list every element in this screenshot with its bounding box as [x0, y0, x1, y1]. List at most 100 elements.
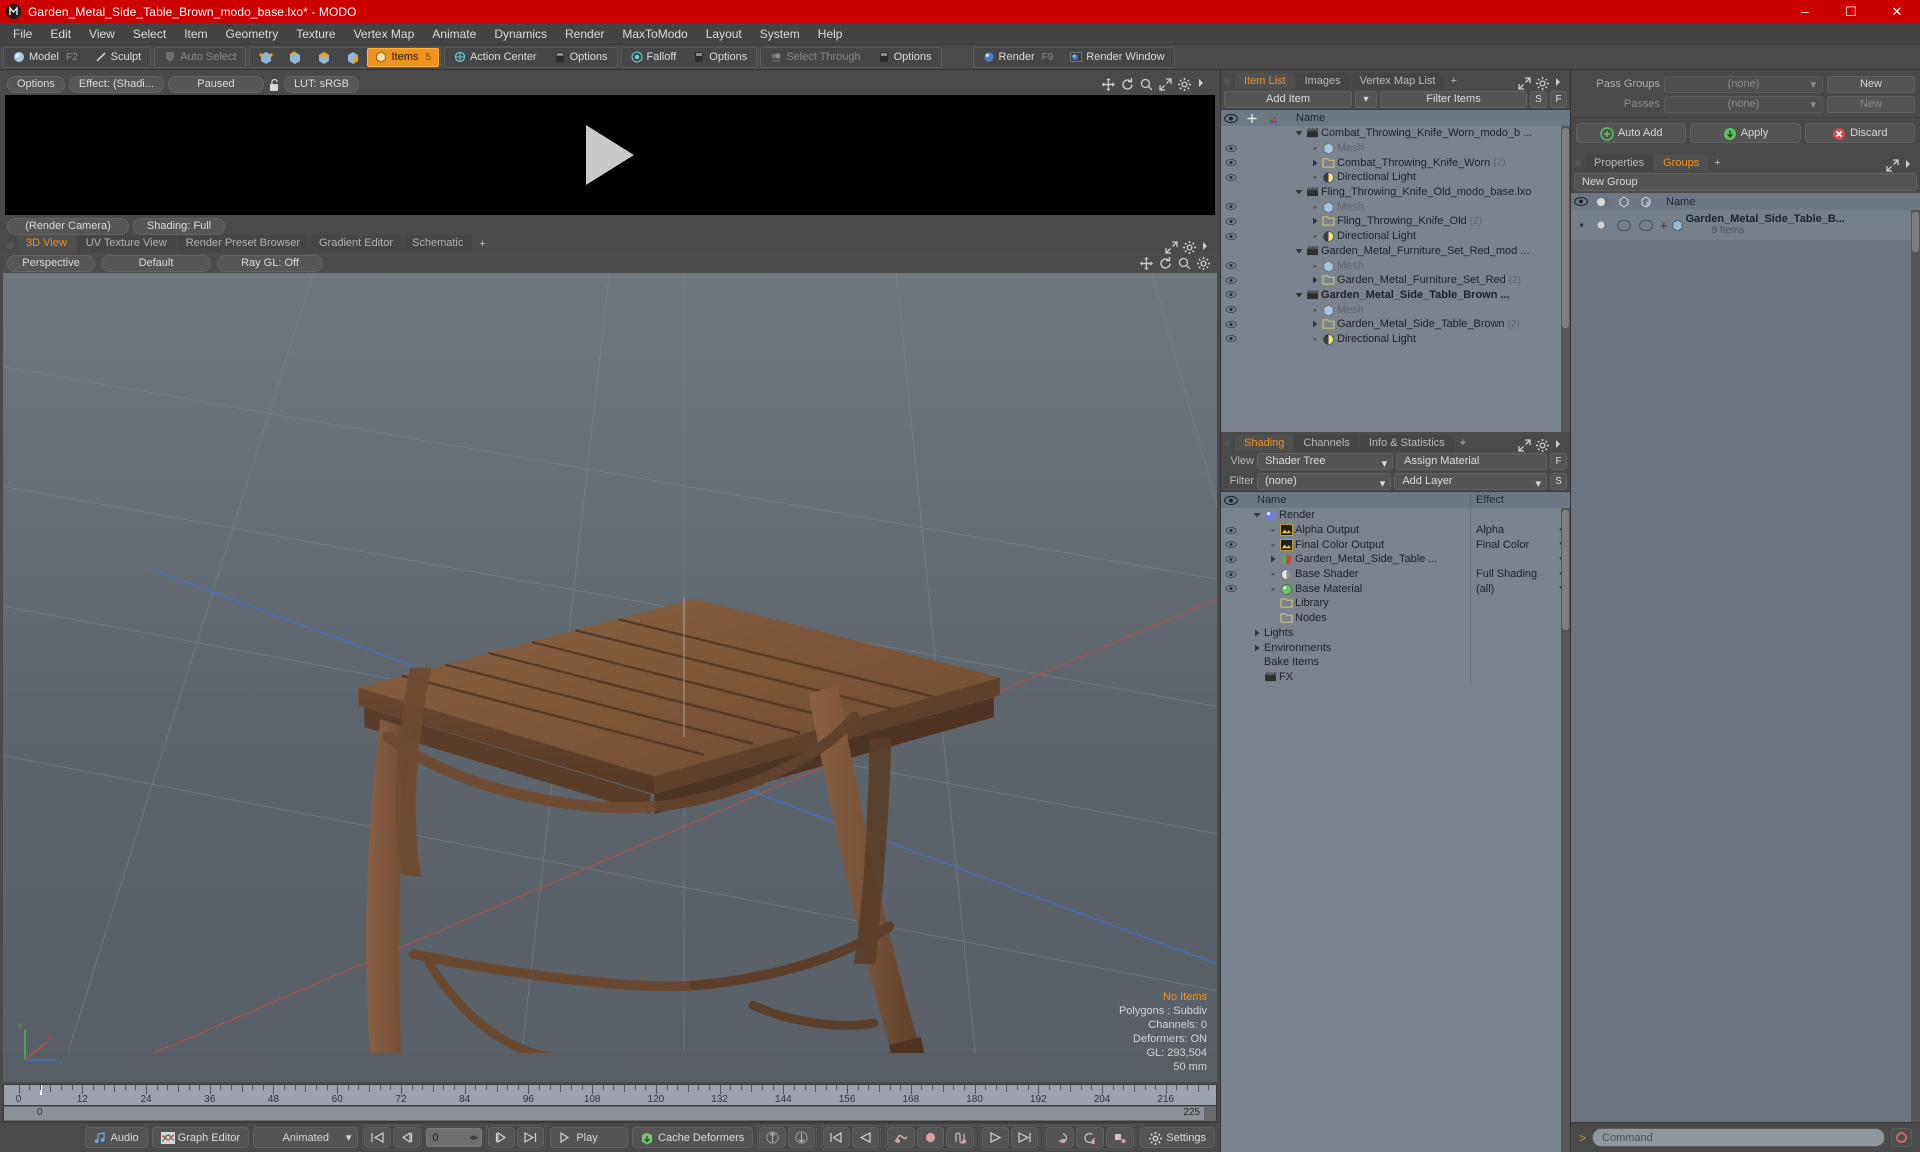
render-button[interactable]: Render F9 [975, 48, 1062, 67]
menu-item-vertex-map[interactable]: Vertex Map [345, 23, 424, 45]
group-row-solid-checkbox[interactable] [1635, 219, 1657, 231]
next-key-button[interactable] [982, 1127, 1010, 1148]
items-mode-button[interactable]: Items 5 [367, 47, 439, 67]
passes-select[interactable]: (none) ▾ [1664, 95, 1823, 113]
tab-schematic[interactable]: Schematic [403, 235, 473, 253]
close-button[interactable]: ✕ [1874, 0, 1920, 23]
tab--[interactable]: + [1445, 73, 1461, 89]
shading-name-cell[interactable]: Nodes [1241, 612, 1470, 624]
viewport-zoom-icon[interactable] [1178, 257, 1191, 270]
sculpt-mode-button[interactable]: Sculpt [87, 48, 150, 67]
item-name-cell[interactable]: Mesh [1285, 260, 1570, 272]
maximize-pane-icon[interactable] [1159, 78, 1172, 91]
animated-mode-select[interactable]: Animated ▾ [253, 1127, 359, 1148]
shading-tree-row[interactable]: Alpha Output Alpha▾ [1221, 522, 1570, 538]
twisty-right[interactable] [1310, 320, 1319, 328]
menu-item-texture[interactable]: Texture [287, 23, 344, 45]
maximize-viewport-icon[interactable] [1165, 241, 1178, 254]
falloff-options-button[interactable]: Options [685, 48, 755, 67]
groups-scrollbar[interactable] [1911, 210, 1920, 1122]
item-list-maximize-icon[interactable] [1518, 77, 1531, 90]
shading-name-cell[interactable]: Environments [1241, 642, 1470, 654]
visibility-toggle[interactable] [1221, 540, 1241, 549]
tab-info-statistics[interactable]: Info & Statistics [1359, 435, 1454, 451]
groups-maximize-icon[interactable] [1886, 159, 1899, 172]
shading-name-cell[interactable]: Library [1241, 597, 1470, 609]
viewport-pan-icon[interactable] [1140, 257, 1153, 270]
visibility-toggle[interactable] [1221, 555, 1241, 564]
shading-tree-row[interactable]: Bake Items [1221, 654, 1570, 670]
maximize-button[interactable]: ☐ [1828, 0, 1874, 23]
command-input[interactable]: Command [1592, 1128, 1885, 1147]
shading-filter-select[interactable]: (none) ▾ [1257, 472, 1392, 490]
effect-cell[interactable]: Full Shading▾ [1470, 566, 1570, 582]
tab-images[interactable]: Images [1295, 73, 1350, 89]
menu-item-help[interactable]: Help [809, 23, 852, 45]
twisty-dot[interactable] [1268, 585, 1277, 593]
raygl-toggle-button[interactable]: Ray GL: Off [217, 254, 323, 272]
visibility-toggle[interactable] [1221, 261, 1241, 270]
preview-effect-button[interactable]: Effect: (Shadi... [68, 75, 164, 93]
item-list-row[interactable]: Mesh [1221, 302, 1570, 317]
effect-cell[interactable]: Final Color▾ [1470, 537, 1570, 553]
audio-button[interactable]: Audio [84, 1127, 148, 1148]
visibility-toggle[interactable] [1221, 144, 1241, 153]
shading-tree-row[interactable]: Environments [1221, 640, 1570, 655]
assign-material-button[interactable]: Assign Material [1396, 452, 1547, 470]
twisty-right[interactable] [1310, 276, 1319, 284]
key-region-button[interactable] [1046, 1127, 1075, 1148]
twisty-right[interactable] [1268, 555, 1277, 563]
tab-shading[interactable]: Shading [1235, 435, 1294, 451]
menu-item-render[interactable]: Render [556, 23, 613, 45]
twisty-right[interactable] [1252, 629, 1261, 637]
settings-button[interactable]: Settings [1140, 1127, 1215, 1148]
go-to-end-button[interactable] [517, 1127, 545, 1148]
set-key-button[interactable] [917, 1127, 945, 1148]
shading-name-cell[interactable]: Garden_Metal_Side_Table ... [1241, 553, 1470, 565]
model-mode-button[interactable]: Model F2 [5, 48, 86, 67]
visibility-toggle[interactable] [1221, 334, 1241, 343]
menu-item-view[interactable]: View [80, 23, 124, 45]
groups-menu-icon[interactable] [1904, 159, 1916, 171]
shading-s-button[interactable]: S [1550, 472, 1568, 490]
twisty-right[interactable] [1310, 159, 1319, 167]
tab--[interactable]: + [1709, 155, 1725, 171]
menu-item-layout[interactable]: Layout [697, 23, 751, 45]
go-to-start-button[interactable] [364, 1127, 392, 1148]
viewport-menu-icon[interactable] [1201, 241, 1213, 253]
shading-name-cell[interactable]: Lights [1241, 627, 1470, 639]
visibility-toggle[interactable] [1221, 173, 1241, 182]
shading-name-cell[interactable]: Render [1241, 509, 1470, 521]
tab-groups[interactable]: Groups [1654, 155, 1709, 171]
filter-items-input[interactable]: Filter Items [1380, 90, 1527, 108]
item-list-row[interactable]: Fling_Throwing_Knife_Old_modo_base.lxo [1221, 185, 1570, 200]
preview-paused-button[interactable]: Paused [167, 75, 264, 93]
visibility-toggle[interactable] [1221, 584, 1241, 593]
viewport-rotate-icon[interactable] [1159, 257, 1171, 269]
apply-button[interactable]: Apply [1690, 123, 1801, 143]
twisty-right[interactable] [1310, 217, 1319, 225]
key-down-button[interactable] [788, 1127, 816, 1148]
item-list-row[interactable]: Garden_Metal_Furniture_Set_Red_mod ... [1221, 244, 1570, 259]
visibility-toggle[interactable] [1221, 305, 1241, 314]
item-list-row[interactable]: Combat_Throwing_Knife_Worn_modo_b ... [1221, 126, 1570, 141]
gear-icon[interactable] [1178, 78, 1191, 91]
twisty-dot[interactable] [1310, 335, 1319, 343]
shading-tree-row[interactable]: Final Color Output Final Color▾ [1221, 537, 1570, 553]
material-mode-button[interactable] [338, 48, 366, 67]
shading-name-cell[interactable]: Base Material [1241, 583, 1470, 595]
edge-mode-button[interactable] [280, 48, 308, 67]
polygon-mode-button[interactable] [309, 48, 337, 67]
action-center-button[interactable]: Action Center [446, 48, 545, 67]
prev-key-button[interactable] [823, 1127, 851, 1148]
visibility-toggle[interactable] [1221, 217, 1241, 226]
item-name-cell[interactable]: Garden_Metal_Side_Table_Brown (2) [1285, 318, 1570, 330]
view-projection-button[interactable]: Perspective [7, 254, 95, 272]
item-list-s-button[interactable]: S [1530, 90, 1547, 108]
twisty-dot[interactable] [1310, 144, 1319, 152]
item-list-row[interactable]: Directional Light [1221, 170, 1570, 185]
shading-tree-row[interactable]: Nodes [1221, 610, 1570, 626]
visibility-toggle[interactable] [1221, 526, 1241, 535]
twisty-down[interactable] [1294, 291, 1303, 299]
shading-f-button[interactable]: F [1550, 452, 1567, 470]
